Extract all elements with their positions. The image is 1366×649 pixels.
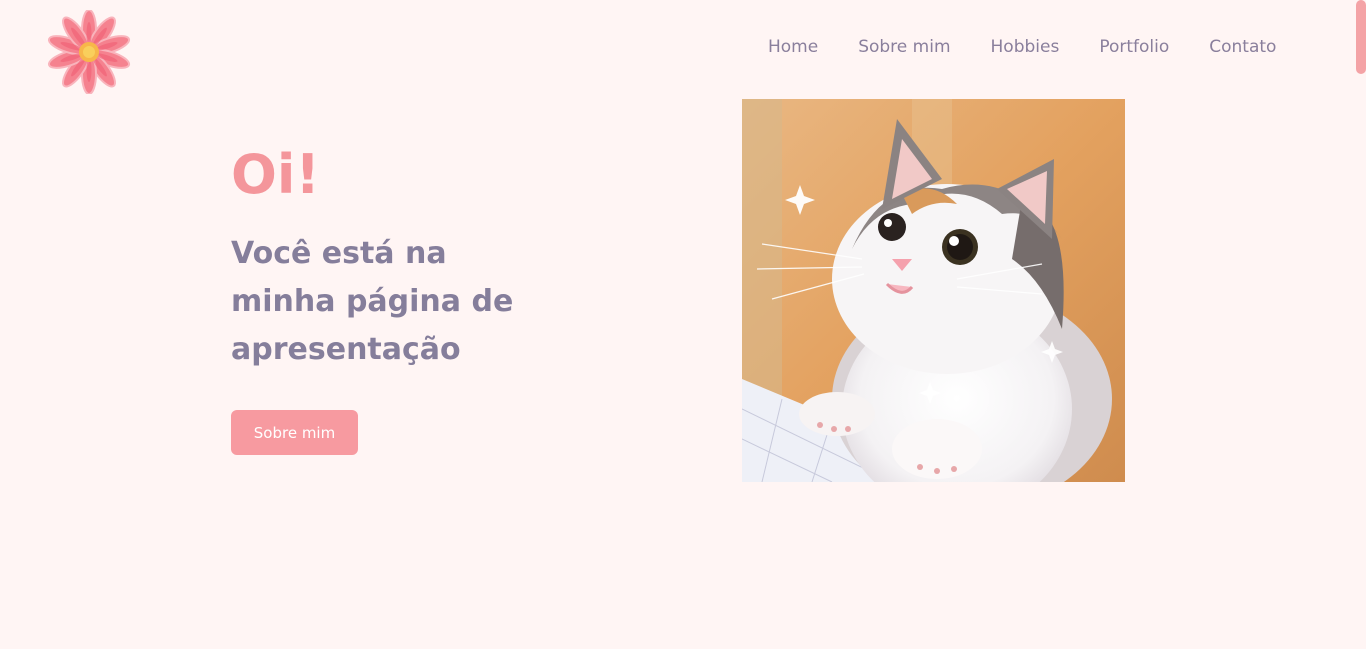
nav-item-contato[interactable]: Contato [1209,36,1276,58]
cat-photo [742,99,1125,482]
nav-item-portfolio[interactable]: Portfolio [1099,36,1169,58]
about-me-button[interactable]: Sobre mim [231,410,358,455]
hero-subtitle: Você está na minha página de apresentaçã… [231,236,514,367]
main-nav: Home Sobre mim Hobbies Portfolio Contato [768,36,1276,58]
nav-item-hobbies[interactable]: Hobbies [991,36,1060,58]
hero-greeting: Oi! [231,143,321,206]
flower-logo-icon[interactable] [46,9,132,95]
nav-item-home[interactable]: Home [768,36,818,58]
nav-item-sobre-mim[interactable]: Sobre mim [858,36,950,58]
page: Home Sobre mim Hobbies Portfolio Contato… [0,0,1366,649]
scrollbar-thumb[interactable] [1356,0,1366,74]
hero-text: Oi! Você está na minha página de apresen… [231,140,591,374]
